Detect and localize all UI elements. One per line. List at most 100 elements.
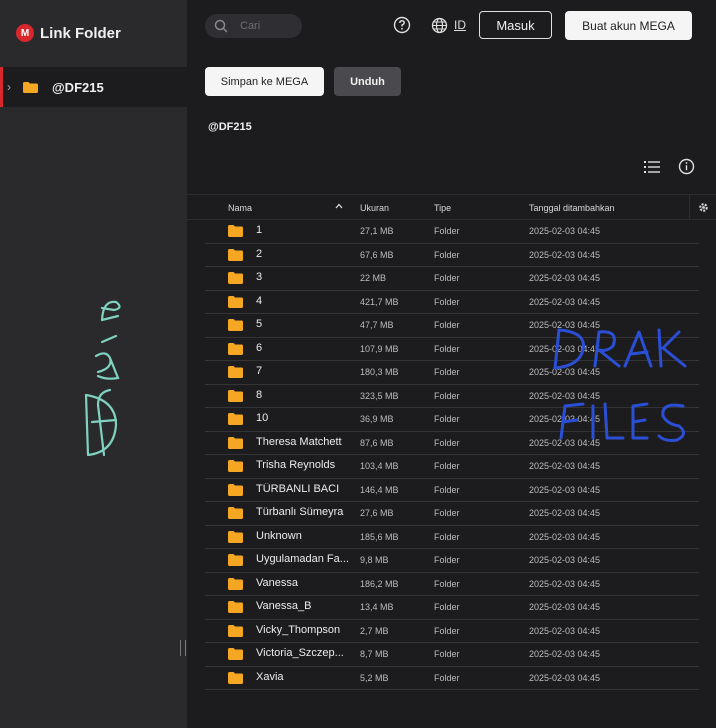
handwriting-df215: [84, 300, 121, 457]
row-date: 2025-02-03 04:45: [529, 249, 601, 260]
file-list: 1 27,1 MB Folder 2025-02-03 04:45 2 67,6 MB Fo…: [205, 220, 699, 690]
folder-icon: [228, 225, 243, 237]
globe-icon[interactable]: [431, 17, 448, 34]
table-row[interactable]: 10 36,9 MB Folder 2025-02-03 04:45: [205, 408, 699, 432]
row-type: Folder: [434, 437, 460, 448]
table-row[interactable]: 5 47,7 MB Folder 2025-02-03 04:45: [205, 314, 699, 338]
row-name: 10: [256, 412, 269, 424]
row-date: 2025-02-03 04:45: [529, 508, 601, 518]
row-date: 2025-02-03 04:45: [529, 649, 601, 659]
table-row[interactable]: Theresa Matchett 87,6 MB Folder 2025-02-03 …: [205, 432, 699, 455]
row-size: 36,9 MB: [360, 414, 394, 424]
login-button[interactable]: Masuk: [479, 11, 552, 39]
table-row[interactable]: 7 180,3 MB Folder 2025-02-03 04:45: [205, 361, 699, 385]
sidebar: M Link Folder › @DF215: [0, 0, 187, 728]
row-type: Folder: [434, 414, 460, 424]
row-size: 27,1 MB: [360, 226, 394, 236]
row-name: 8: [256, 388, 263, 401]
logo[interactable]: M Link Folder: [0, 0, 187, 66]
row-type: Folder: [434, 273, 460, 283]
row-type: Folder: [434, 367, 460, 377]
info-icon[interactable]: [678, 158, 695, 175]
row-name: Uygulamadan Fa...: [256, 553, 348, 565]
column-header-date[interactable]: Tanggal ditambahkan: [529, 203, 615, 213]
language-selector[interactable]: ID: [454, 18, 466, 32]
gear-icon[interactable]: [697, 201, 710, 214]
table-row[interactable]: Vicky_Thompson 2,7 MB Folder 2025-02-03 04:…: [205, 620, 699, 643]
table-row[interactable]: Uygulamadan Fa... 9,8 MB Folder 2025-02-03 …: [205, 549, 699, 573]
download-button[interactable]: Unduh: [334, 67, 401, 96]
row-name: 5: [256, 318, 263, 330]
folder-icon: [228, 436, 243, 449]
table-row[interactable]: Unknown 185,6 MB Folder 2025-02-03 04:45: [205, 526, 699, 549]
row-date: 2025-02-03 04:45: [529, 343, 601, 354]
row-size: 107,9 MB: [360, 343, 399, 354]
row-name: Vanessa_B: [256, 600, 312, 612]
search-box[interactable]: [205, 14, 302, 38]
row-type: Folder: [434, 531, 460, 542]
row-size: 185,6 MB: [360, 531, 399, 542]
search-input[interactable]: [238, 19, 292, 33]
row-size: 9,8 MB: [360, 555, 389, 565]
tree-item-label: @DF215: [52, 79, 104, 95]
table-row[interactable]: Trisha Reynolds 103,4 MB Folder 2025-02-03 …: [205, 455, 699, 479]
row-type: Folder: [434, 602, 460, 612]
row-type: Folder: [434, 249, 460, 260]
row-type: Folder: [434, 343, 460, 354]
row-size: 2,7 MB: [360, 625, 389, 636]
table-row[interactable]: TÜRBANLI BACI 146,4 MB Folder 2025-02-03 04…: [205, 479, 699, 502]
tree-item-root[interactable]: › @DF215: [0, 67, 187, 107]
row-size: 103,4 MB: [360, 461, 399, 471]
table-row[interactable]: 6 107,9 MB Folder 2025-02-03 04:45: [205, 338, 699, 361]
row-name: Türbanlı Sümeyra: [256, 506, 344, 518]
folder-icon: [228, 366, 243, 378]
row-date: 2025-02-03 04:45: [529, 625, 601, 636]
save-to-mega-button[interactable]: Simpan ke MEGA: [205, 67, 324, 96]
row-date: 2025-02-03 04:45: [529, 273, 601, 283]
table-row[interactable]: 8 323,5 MB Folder 2025-02-03 04:45: [205, 385, 699, 408]
folder-icon: [228, 295, 243, 308]
app-title: Link Folder: [40, 24, 121, 42]
row-size: 13,4 MB: [360, 602, 394, 612]
list-view-icon[interactable]: [644, 160, 660, 174]
table-row[interactable]: Vanessa 186,2 MB Folder 2025-02-03 04:45: [205, 573, 699, 596]
table-row[interactable]: Xavia 5,2 MB Folder 2025-02-03 04:45: [205, 667, 699, 690]
column-header-size[interactable]: Ukuran: [360, 203, 389, 213]
table-row[interactable]: Victoria_Szczep... 8,7 MB Folder 2025-02-03…: [205, 643, 699, 667]
column-header-type[interactable]: Tipe: [434, 203, 451, 213]
row-size: 27,6 MB: [360, 508, 394, 518]
row-type: Folder: [434, 320, 460, 330]
table-row[interactable]: 2 67,6 MB Folder 2025-02-03 04:45: [205, 244, 699, 267]
row-name: Theresa Matchett: [256, 435, 342, 448]
row-size: 180,3 MB: [360, 367, 399, 377]
row-size: 67,6 MB: [360, 249, 394, 260]
create-account-button[interactable]: Buat akun MEGA: [565, 11, 692, 40]
column-header-name[interactable]: Nama: [228, 203, 252, 213]
row-date: 2025-02-03 04:45: [529, 484, 601, 495]
row-date: 2025-02-03 04:45: [529, 414, 601, 424]
sort-ascending-icon[interactable]: [335, 202, 343, 210]
folder-icon: [228, 577, 243, 590]
row-date: 2025-02-03 04:45: [529, 602, 601, 612]
table-row[interactable]: 4 421,7 MB Folder 2025-02-03 04:45: [205, 291, 699, 314]
folder-icon: [228, 554, 243, 566]
table-row[interactable]: 1 27,1 MB Folder 2025-02-03 04:45: [205, 220, 699, 244]
table-row[interactable]: 3 22 MB Folder 2025-02-03 04:45: [205, 267, 699, 291]
folder-icon: [228, 648, 243, 660]
folder-icon: [228, 272, 243, 284]
chevron-right-icon[interactable]: ›: [7, 80, 19, 94]
row-type: Folder: [434, 484, 460, 495]
folder-icon: [228, 389, 243, 402]
sidebar-resize-handle[interactable]: [180, 640, 186, 656]
row-name: Victoria_Szczep...: [256, 647, 344, 659]
column-divider: [689, 195, 690, 219]
folder-icon: [228, 601, 243, 613]
row-type: Folder: [434, 390, 460, 401]
folder-icon: [228, 507, 243, 519]
folder-icon: [228, 530, 243, 543]
help-icon[interactable]: [393, 16, 411, 34]
table-header: Nama Ukuran Tipe Tanggal ditambahkan: [187, 194, 716, 220]
row-type: Folder: [434, 625, 460, 636]
table-row[interactable]: Türbanlı Sümeyra 27,6 MB Folder 2025-02-03 …: [205, 502, 699, 526]
table-row[interactable]: Vanessa_B 13,4 MB Folder 2025-02-03 04:45: [205, 596, 699, 620]
